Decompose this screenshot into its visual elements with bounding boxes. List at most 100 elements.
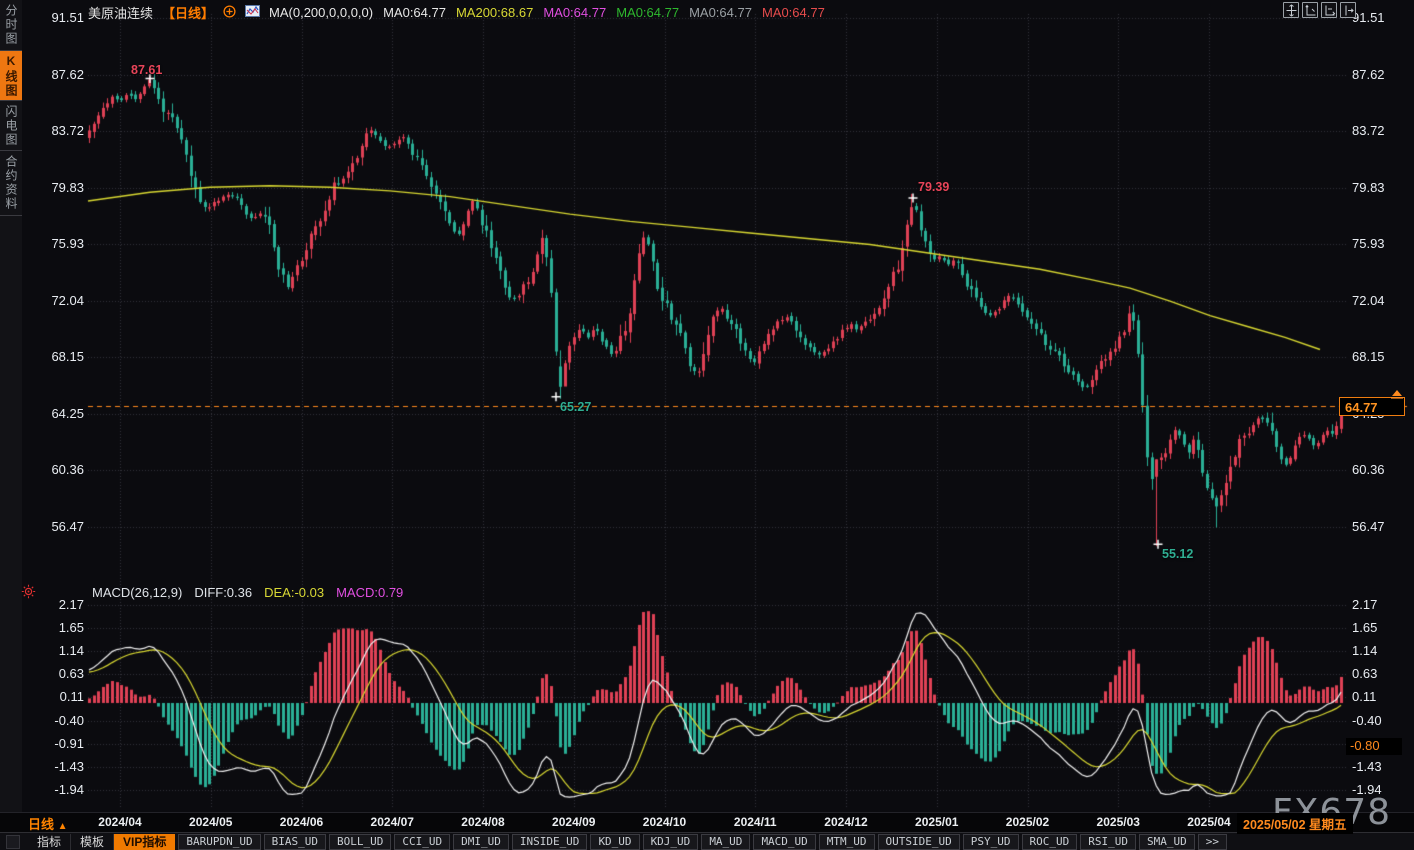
- toolbar-button-[interactable]: 指标: [28, 834, 71, 850]
- month-label: 2024/06: [280, 815, 323, 829]
- chart-header: 美原油连续 【日线】 MA(0,200,0,0,0,0)MA0:64.77MA2…: [88, 3, 825, 22]
- toolbar-button-dmi_ud[interactable]: DMI_UD: [453, 834, 509, 850]
- macd-axis-label-left: 0.63: [30, 666, 84, 681]
- macd-axis-label-right: 0.63: [1352, 666, 1410, 681]
- price-axis-label-left: 64.25: [30, 406, 84, 421]
- macd-values: DIFF:0.36DEA:-0.03MACD:0.79: [194, 585, 403, 600]
- toolbar-button-roc_ud[interactable]: ROC_UD: [1022, 834, 1078, 850]
- toolbar-button-boll_ud[interactable]: BOLL_UD: [329, 834, 391, 850]
- price-marker-label: 65.27: [560, 400, 591, 414]
- sidebar-tab-3[interactable]: 闪电图: [0, 101, 22, 151]
- macd-header: MACD(26,12,9) DIFF:0.36DEA:-0.03MACD:0.7…: [92, 585, 403, 600]
- ma-value-label: MA0:64.77: [616, 5, 679, 20]
- macd-axis-label-right: -1.43: [1352, 759, 1410, 774]
- price-axis-label-left: 72.04: [30, 293, 84, 308]
- price-axis-label-left: 91.51: [30, 10, 84, 25]
- price-axis-label-right: 91.51: [1352, 10, 1410, 25]
- sidebar-tab-1[interactable]: 分时图: [0, 0, 22, 51]
- sidebar-tab-2[interactable]: K线图: [0, 51, 22, 101]
- macd-axis-label-right: 1.14: [1352, 643, 1410, 658]
- month-label: 2024/12: [824, 815, 867, 829]
- month-label: 2024/10: [643, 815, 686, 829]
- macd-axis-label-left: 0.11: [30, 689, 84, 704]
- ma-value-label: MA(0,200,0,0,0,0): [269, 5, 373, 20]
- chart-corner-toolbar: [1283, 2, 1356, 18]
- price-axis-label-right: 75.93: [1352, 236, 1410, 251]
- chart-canvas[interactable]: [0, 0, 1414, 812]
- ma-summary: MA(0,200,0,0,0,0) MA0:64.77 MA200:68.67 MA0…: [269, 5, 825, 20]
- price-marker-label: 55.12: [1162, 547, 1193, 561]
- panel-toggle-icon[interactable]: [6, 835, 20, 849]
- trading-app: 分时图K线图闪电图合约资料 美原油连续 【日线】 MA(0,200,0,0,0,…: [0, 0, 1414, 850]
- toolbar-button-vip[interactable]: VIP指标: [114, 834, 175, 850]
- macd-value-label: MACD:0.79: [336, 585, 403, 600]
- toolbar-button-cci_ud[interactable]: CCI_UD: [394, 834, 450, 850]
- toolbar-button-macd_ud[interactable]: MACD_UD: [753, 834, 815, 850]
- price-marker-label: 87.61: [131, 63, 162, 77]
- bottom-toolbar: 指标模板VIP指标BARUPDN_UDBIAS_UDBOLL_UDCCI_UDD…: [0, 832, 1414, 850]
- toolbar-button-outside_ud[interactable]: OUTSIDE_UD: [878, 834, 960, 850]
- toolbar-button-psy_ud[interactable]: PSY_UD: [963, 834, 1019, 850]
- toolbar-button-bias_ud[interactable]: BIAS_UD: [264, 834, 326, 850]
- macd-axis-label-left: -1.94: [30, 782, 84, 797]
- toolbar-button-rsi_ud[interactable]: RSI_UD: [1080, 834, 1136, 850]
- current-date-label: 2025/05/02 星期五: [1237, 813, 1353, 834]
- toolbar-button-inside_ud[interactable]: INSIDE_UD: [512, 834, 588, 850]
- axis-pan-icon[interactable]: [1340, 2, 1356, 18]
- macd-label: MACD(26,12,9): [92, 585, 182, 600]
- macd-axis-label-left: -0.91: [30, 736, 84, 751]
- toolbar-button-kdj_ud[interactable]: KDJ_UD: [643, 834, 699, 850]
- macd-axis-label-left: -1.43: [30, 759, 84, 774]
- toolbar-button-barupdn_ud[interactable]: BARUPDN_UD: [178, 834, 260, 850]
- y-axis-zoom-icon[interactable]: [1302, 2, 1318, 18]
- toolbar-button-[interactable]: 模板: [71, 834, 114, 850]
- toolbar-button-kd_ud[interactable]: KD_UD: [590, 834, 639, 850]
- ma-value-label: MA0:64.77: [762, 5, 825, 20]
- price-axis-label-left: 79.83: [30, 180, 84, 195]
- month-label: 2024/04: [98, 815, 141, 829]
- sidebar-tab-label: 分时图: [0, 4, 22, 46]
- toolbar-button-ma_ud[interactable]: MA_UD: [701, 834, 750, 850]
- indicator-settings-icon[interactable]: [21, 584, 36, 604]
- period-selector[interactable]: 日线 ▲: [28, 814, 68, 833]
- macd-value-label: DEA:-0.03: [264, 585, 324, 600]
- price-axis-label-left: 60.36: [30, 462, 84, 477]
- ma-value-label: MA200:68.67: [456, 5, 533, 20]
- price-flag-icon: [1390, 386, 1404, 404]
- macd-right-highlight: -0.80: [1346, 738, 1402, 755]
- month-label: 2025/01: [915, 815, 958, 829]
- price-axis-label-right: 68.15: [1352, 349, 1410, 364]
- price-axis-label-right: 72.04: [1352, 293, 1410, 308]
- ma-value-label: MA0:64.77: [543, 5, 606, 20]
- fit-screen-icon[interactable]: [1283, 2, 1299, 18]
- symbol-title: 美原油连续: [88, 3, 153, 22]
- circle-plus-icon[interactable]: [223, 5, 236, 21]
- month-label: 2025/04: [1187, 815, 1230, 829]
- toolbar-button->>[interactable]: >>: [1198, 834, 1227, 850]
- ma-value-label: MA0:64.77: [383, 5, 446, 20]
- price-axis-label-left: 87.62: [30, 67, 84, 82]
- macd-axis-label-right: 2.17: [1352, 597, 1410, 612]
- toolbar-button-mtm_ud[interactable]: MTM_UD: [819, 834, 875, 850]
- month-label: 2024/05: [189, 815, 232, 829]
- price-axis-label-right: 79.83: [1352, 180, 1410, 195]
- price-axis-label-left: 83.72: [30, 123, 84, 138]
- macd-axis-label-right: 1.65: [1352, 620, 1410, 635]
- month-label: 2024/08: [461, 815, 504, 829]
- month-label: 2024/09: [552, 815, 595, 829]
- ma-value-label: MA0:64.77: [689, 5, 752, 20]
- month-label: 2025/02: [1006, 815, 1049, 829]
- price-axis-label-left: 75.93: [30, 236, 84, 251]
- toolbar-button-sma_ud[interactable]: SMA_UD: [1139, 834, 1195, 850]
- macd-axis-label-left: 1.65: [30, 620, 84, 635]
- macd-axis-label-right: -0.40: [1352, 713, 1410, 728]
- macd-axis-label-left: 2.17: [30, 597, 84, 612]
- sidebar-tab-label: 合约资料: [0, 155, 22, 211]
- price-axis-label-left: 56.47: [30, 519, 84, 534]
- chart-type-icon[interactable]: [245, 5, 260, 20]
- macd-axis-label-left: -0.40: [30, 713, 84, 728]
- x-axis-zoom-icon[interactable]: [1321, 2, 1337, 18]
- macd-axis-label-right: 0.11: [1352, 689, 1410, 704]
- sidebar-tab-4[interactable]: 合约资料: [0, 151, 22, 216]
- month-label: 2025/03: [1097, 815, 1140, 829]
